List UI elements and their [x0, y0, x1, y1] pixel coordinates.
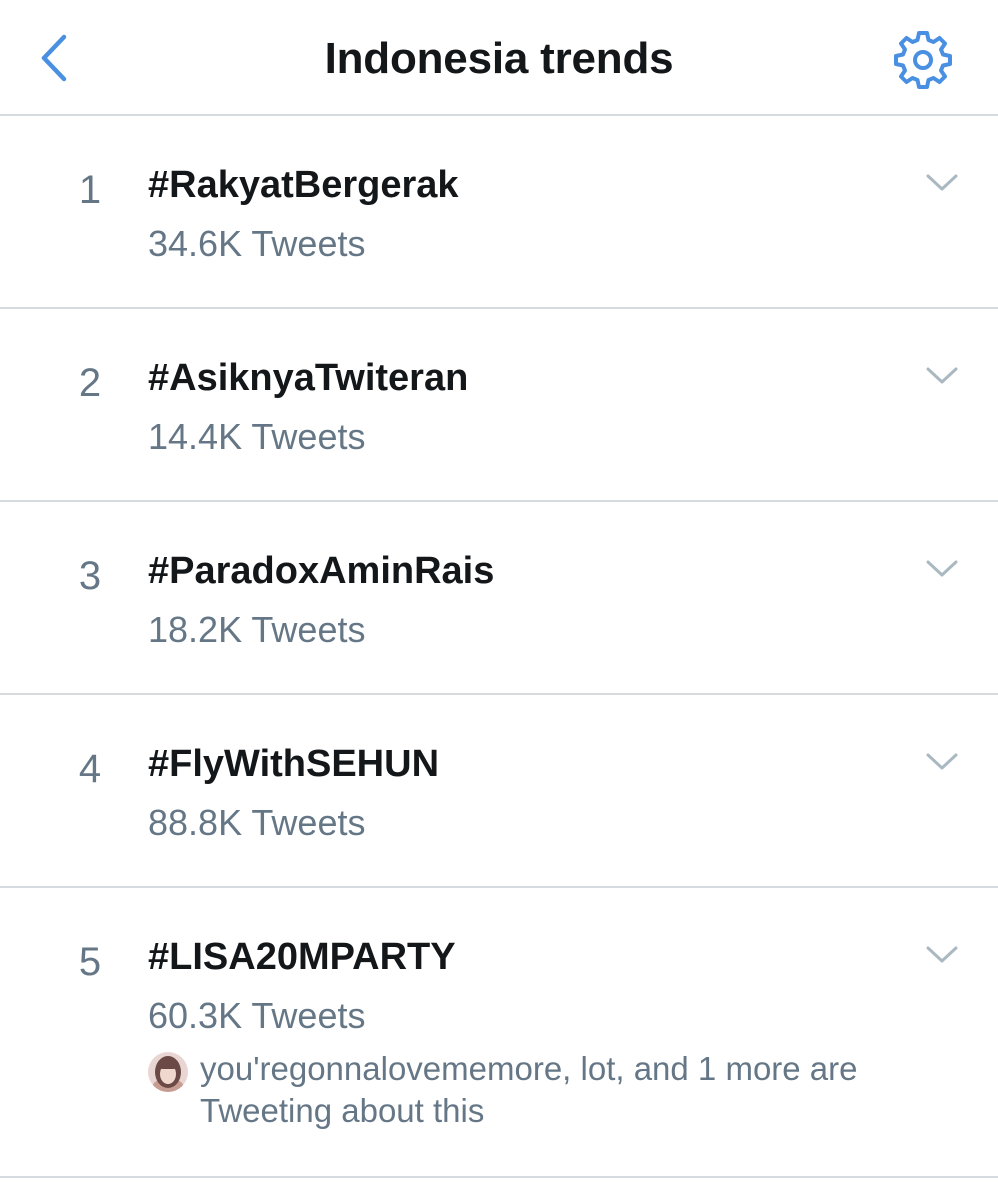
tweet-count: 18.2K Tweets [148, 609, 366, 650]
trend-rank: 5 [78, 940, 102, 984]
trend-rank: 2 [78, 361, 102, 405]
trend-name[interactable]: #LISA20MPARTY [148, 934, 456, 980]
trend-name[interactable]: #AsiknyaTwiteran [148, 355, 468, 401]
avatar [148, 1052, 188, 1092]
trend-item[interactable]: 2 #AsiknyaTwiteran 14.4K Tweets [0, 309, 998, 502]
tweet-count: 60.3K Tweets [148, 995, 366, 1036]
chevron-down-icon[interactable] [920, 747, 964, 775]
trend-item[interactable]: 1 #RakyatBergerak 34.6K Tweets [0, 116, 998, 309]
settings-button[interactable] [890, 28, 956, 92]
trend-item[interactable]: 3 #ParadoxAminRais 18.2K Tweets [0, 502, 998, 695]
chevron-down-icon[interactable] [920, 361, 964, 389]
trend-item[interactable]: 4 #FlyWithSEHUN 88.8K Tweets [0, 695, 998, 888]
page-title: Indonesia trends [324, 34, 674, 83]
top-bar: Indonesia trends [0, 0, 998, 116]
trend-name[interactable]: #RakyatBergerak [148, 162, 459, 208]
chevron-down-icon[interactable] [920, 554, 964, 582]
chevron-down-icon[interactable] [920, 940, 964, 968]
trend-name[interactable]: #ParadoxAminRais [148, 548, 494, 594]
trend-list: 1 #RakyatBergerak 34.6K Tweets 2 #Asikny… [0, 116, 998, 1178]
trend-name[interactable]: #FlyWithSEHUN [148, 741, 439, 787]
tweet-count: 34.6K Tweets [148, 223, 366, 264]
trend-item[interactable]: 5 #LISA20MPARTY 60.3K Tweets you'regonna… [0, 888, 998, 1178]
tweet-count: 88.8K Tweets [148, 802, 366, 843]
trend-rank: 1 [78, 168, 102, 212]
trend-rank: 4 [78, 747, 102, 791]
trend-rank: 3 [78, 554, 102, 598]
chevron-down-icon[interactable] [920, 168, 964, 196]
tweet-count: 14.4K Tweets [148, 416, 366, 457]
gear-icon [894, 31, 952, 89]
social-context-text: you'regonnalovememore, lot, and 1 more a… [200, 1050, 858, 1129]
